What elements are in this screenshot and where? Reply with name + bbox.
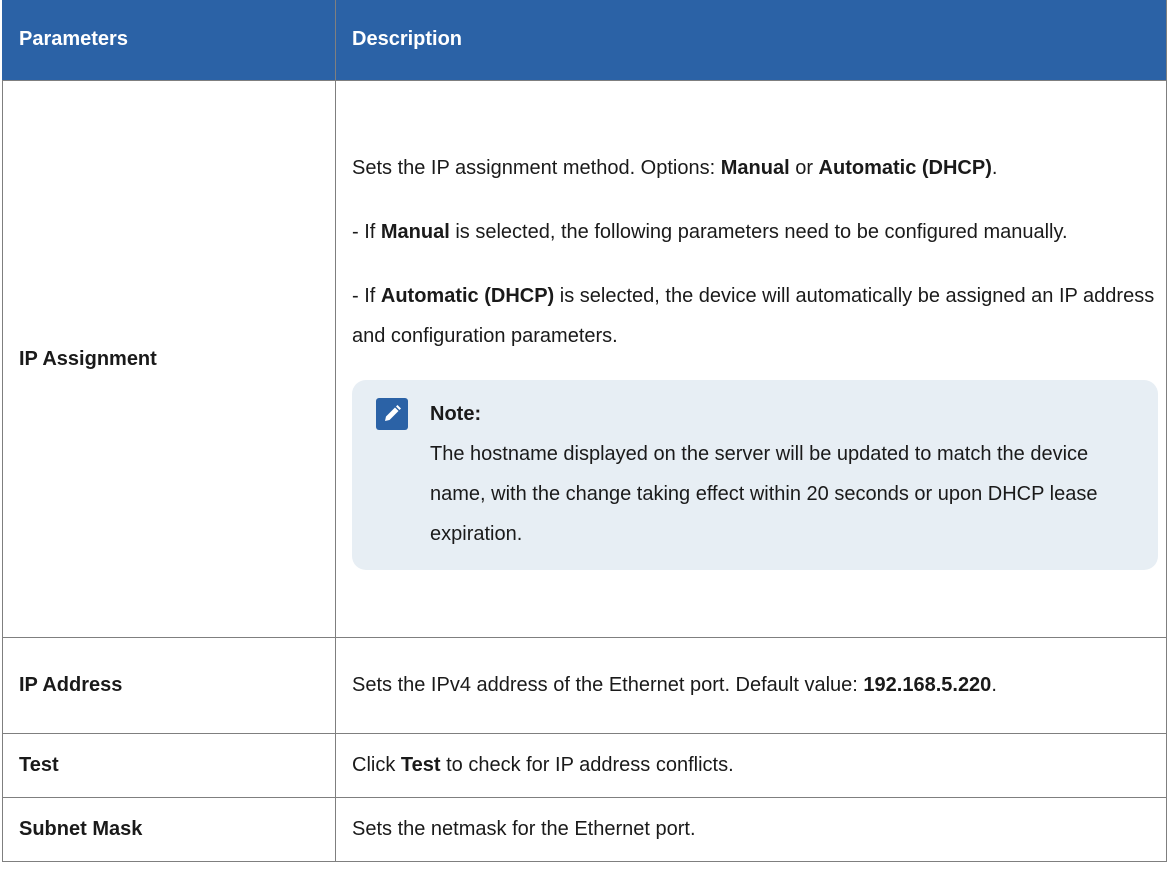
parameters-table: Parameters Description IP Assignment Set… xyxy=(2,0,1167,862)
desc-subnet-mask: Sets the netmask for the Ethernet port. xyxy=(335,796,1167,862)
desc-ip-address: Sets the IPv4 address of the Ethernet po… xyxy=(335,636,1167,734)
header-description: Description xyxy=(335,0,1167,81)
desc-test: Click Test to check for IP address confl… xyxy=(335,732,1167,798)
table-header-row: Parameters Description xyxy=(2,0,1167,81)
note-box: Note: The hostname displayed on the serv… xyxy=(352,379,1158,570)
desc-ip-assignment: Sets the IP assignment method. Options: … xyxy=(335,79,1167,638)
desc-paragraph: Sets the IP assignment method. Options: … xyxy=(352,156,998,179)
table-row: Test Click Test to check for IP address … xyxy=(2,732,1167,798)
param-test: Test xyxy=(2,732,336,798)
desc-paragraph: - If Manual is selected, the following p… xyxy=(352,220,1068,243)
param-ip-assignment: IP Assignment xyxy=(2,79,336,638)
param-subnet-mask: Subnet Mask xyxy=(2,796,336,862)
table-row: IP Address Sets the IPv4 address of the … xyxy=(2,636,1167,734)
note-title: Note: xyxy=(430,402,482,425)
param-ip-address: IP Address xyxy=(2,636,336,734)
table-row: IP Assignment Sets the IP assignment met… xyxy=(2,79,1167,638)
header-parameters: Parameters xyxy=(2,0,336,81)
desc-paragraph: - If Automatic (DHCP) is selected, the d… xyxy=(352,284,1155,347)
table-row: Subnet Mask Sets the netmask for the Eth… xyxy=(2,796,1167,862)
note-text: The hostname displayed on the server wil… xyxy=(430,442,1098,545)
pencil-icon xyxy=(376,397,408,430)
